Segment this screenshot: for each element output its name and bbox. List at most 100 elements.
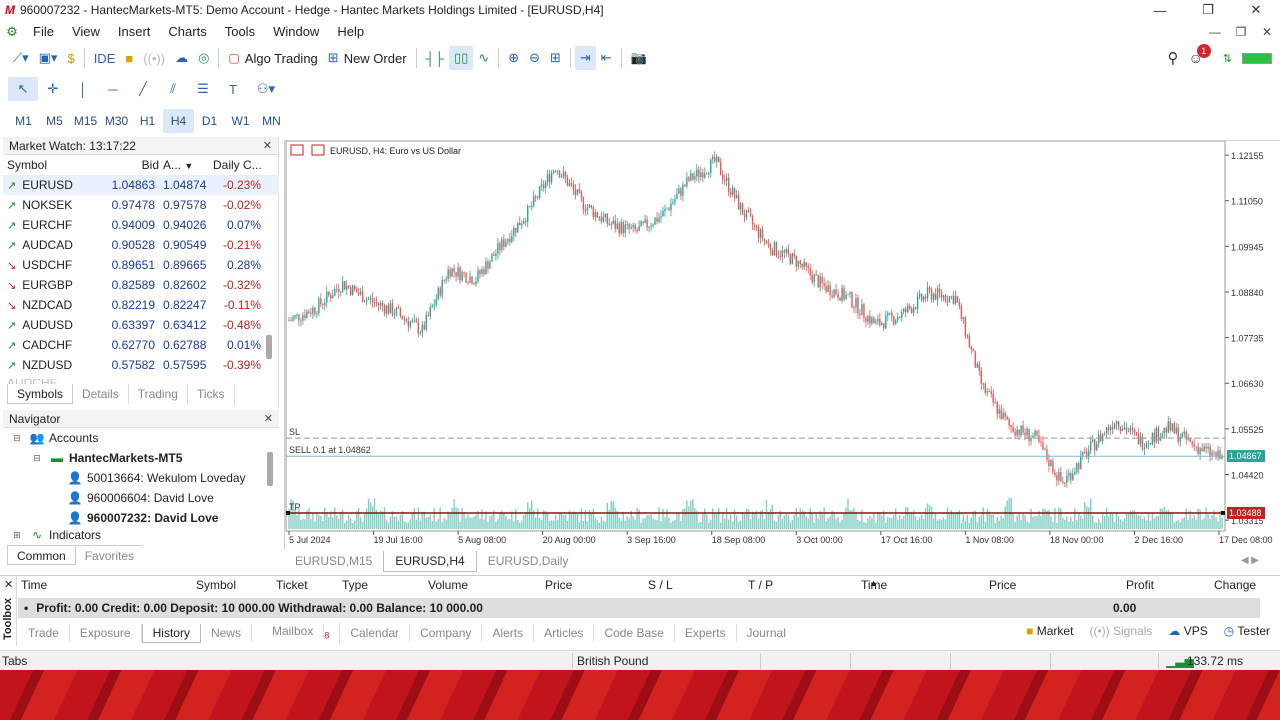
menu-tools[interactable]: Tools xyxy=(216,24,264,39)
zoom-in-icon[interactable]: ⊕ xyxy=(503,46,524,70)
dollar-icon[interactable]: $ xyxy=(62,46,79,70)
close-window-button[interactable]: ✕ xyxy=(1232,0,1280,20)
horizontal-line-icon[interactable]: ─ xyxy=(98,77,128,101)
chart-shift-icon[interactable]: ⇤ xyxy=(596,46,617,70)
market-watch-row[interactable]: ↗ NOKSEK 0.97478 0.97578 -0.02% xyxy=(3,195,279,215)
menu-help[interactable]: Help xyxy=(328,24,373,39)
tab-trading[interactable]: Trading xyxy=(129,384,188,404)
tab-details[interactable]: Details xyxy=(73,384,129,404)
vps-link[interactable]: ☁ VPS xyxy=(1168,624,1207,638)
chart-tab-scroll-arrows[interactable]: ◀ ▶ xyxy=(1230,551,1270,571)
signals-link[interactable]: ((•)) Signals xyxy=(1089,624,1152,638)
text-tool-icon[interactable]: T xyxy=(218,77,248,101)
market-watch-row[interactable]: ↗ CADCHF 0.62770 0.62788 0.01% xyxy=(3,335,279,355)
chart-tab-h4[interactable]: EURUSD,H4 xyxy=(383,550,477,572)
tab-favorites[interactable]: Favorites xyxy=(76,546,143,565)
shapes-icon[interactable]: ⚇▾ xyxy=(248,77,284,101)
col-daily-change[interactable]: Daily C... xyxy=(209,155,265,176)
screenshot-icon[interactable]: 📷 xyxy=(626,46,652,70)
market-watch-row[interactable]: ↘ USDCHF 0.89651 0.89665 0.28% xyxy=(3,255,279,275)
fibonacci-icon[interactable]: ☰ xyxy=(188,77,218,101)
col-profit[interactable]: Profit xyxy=(1126,578,1154,592)
tab-code-base[interactable]: Code Base xyxy=(594,624,675,642)
bar-chart-icon[interactable]: ┤├ xyxy=(421,46,449,70)
market-watch-row[interactable]: ↘ NZDCAD 0.82219 0.82247 -0.11% xyxy=(3,295,279,315)
market-watch-row[interactable]: ↗ AUDUSD 0.63397 0.63412 -0.48% xyxy=(3,315,279,335)
timeframe-m30[interactable]: M30 xyxy=(101,109,132,133)
tab-calendar[interactable]: Calendar xyxy=(340,624,411,642)
tester-link[interactable]: ◷ Tester xyxy=(1224,624,1270,638)
timeframe-m15[interactable]: M15 xyxy=(70,109,101,133)
line-chart-icon[interactable]: ∿ xyxy=(473,46,494,70)
market-link[interactable]: ■ Market xyxy=(1026,624,1073,638)
timeframe-d1[interactable]: D1 xyxy=(194,109,225,133)
notifications-icon[interactable]: ☺ 1 xyxy=(1188,44,1211,66)
tab-common[interactable]: Common xyxy=(7,546,76,565)
chart-tab-daily[interactable]: EURUSD,Daily xyxy=(477,551,580,571)
tab-ticks[interactable]: Ticks xyxy=(188,384,235,404)
nav-server[interactable]: ⊟ ▬ HantecMarkets-MT5 xyxy=(3,448,279,468)
profiles-icon[interactable]: ▣▾ xyxy=(34,46,63,70)
nav-accounts[interactable]: ⊟ 👥 Accounts xyxy=(3,428,279,448)
timeframe-h1[interactable]: H1 xyxy=(132,109,163,133)
market-watch-row[interactable]: ↗ AUDCAD 0.90528 0.90549 -0.21% xyxy=(3,235,279,255)
market-watch-row[interactable]: ↗ EURCHF 0.94009 0.94026 0.07% xyxy=(3,215,279,235)
col-price[interactable]: Price xyxy=(545,578,572,592)
menu-view[interactable]: View xyxy=(63,24,109,39)
expand-icon[interactable]: ⊞ xyxy=(9,530,25,541)
community-icon[interactable]: ◎ xyxy=(193,46,214,70)
zoom-out-icon[interactable]: ⊖ xyxy=(524,46,545,70)
collapse-icon[interactable]: ⊟ xyxy=(9,433,25,444)
crosshair-icon[interactable]: ✛ xyxy=(38,77,68,101)
col-ask[interactable]: A... ▼ xyxy=(159,155,209,176)
tab-company[interactable]: Company xyxy=(410,624,483,642)
navigator-scrollbar[interactable] xyxy=(267,452,273,486)
navigator-close-icon[interactable]: ✕ xyxy=(264,412,273,425)
vertical-line-icon[interactable]: │ xyxy=(68,77,98,101)
tab-articles[interactable]: Articles xyxy=(534,624,595,642)
nav-account-item-active[interactable]: 👤 960007232: David Love xyxy=(3,508,279,528)
chart-tab-m15[interactable]: EURUSD,M15 xyxy=(284,551,383,571)
timeframe-m5[interactable]: M5 xyxy=(39,109,70,133)
candlestick-icon[interactable]: ▯▯ xyxy=(448,46,474,70)
menu-charts[interactable]: Charts xyxy=(159,24,215,39)
app-menu-icon[interactable]: ⚙ xyxy=(0,24,24,40)
child-minimize-icon[interactable]: — xyxy=(1202,25,1228,39)
timeframe-h4[interactable]: H4 xyxy=(163,109,194,133)
market-watch-row[interactable]: ↗ EURUSD 1.04863 1.04874 -0.23% xyxy=(3,175,279,195)
ide-button[interactable]: IDE xyxy=(89,46,121,70)
restore-button[interactable]: ❐ xyxy=(1184,0,1232,20)
menu-insert[interactable]: Insert xyxy=(109,24,160,39)
market-watch-row[interactable]: ↘ EURGBP 0.82589 0.82602 -0.32% xyxy=(3,275,279,295)
signal-icon[interactable]: ((•)) xyxy=(138,46,170,70)
menu-file[interactable]: File xyxy=(24,24,63,39)
auto-scroll-icon[interactable]: ⇥ xyxy=(574,46,596,70)
market-watch-row[interactable]: ↗ NZDUSD 0.57582 0.57595 -0.39% xyxy=(3,355,279,375)
tab-alerts[interactable]: Alerts xyxy=(482,624,535,642)
minimize-button[interactable]: — xyxy=(1136,0,1184,20)
col-time[interactable]: Time xyxy=(21,578,47,592)
nav-indicators[interactable]: ⊞ ∿ Indicators xyxy=(3,528,279,542)
col-volume[interactable]: Volume xyxy=(428,578,468,592)
tab-mailbox[interactable]: Mailbox 8 xyxy=(252,621,341,645)
tab-experts[interactable]: Experts xyxy=(675,624,737,642)
col-sl[interactable]: S / L xyxy=(648,578,673,592)
market-bag-icon[interactable]: ■ xyxy=(120,46,138,70)
search-icon[interactable]: ⚲ xyxy=(1167,49,1178,67)
cursor-icon[interactable]: ↖ xyxy=(8,77,38,101)
col-ticket[interactable]: Ticket xyxy=(276,578,308,592)
timeframe-w1[interactable]: W1 xyxy=(225,109,256,133)
nav-account-item[interactable]: 👤 960006604: David Love xyxy=(3,488,279,508)
tab-exposure[interactable]: Exposure xyxy=(70,624,142,642)
toolbox-close-icon[interactable]: ✕ xyxy=(4,578,13,591)
col-tp[interactable]: T / P xyxy=(748,578,773,592)
trendline-icon[interactable]: ╱ xyxy=(128,77,158,101)
collapse-icon[interactable]: ⊟ xyxy=(29,453,45,464)
new-order-button[interactable]: ⊞ New Order xyxy=(323,46,412,70)
tab-trade[interactable]: Trade xyxy=(18,624,70,642)
nav-account-item[interactable]: 👤 50013664: Wekulom Loveday xyxy=(3,468,279,488)
tab-news[interactable]: News xyxy=(201,624,252,642)
market-watch-close-icon[interactable]: ✕ xyxy=(263,139,272,152)
col-bid[interactable]: Bid xyxy=(103,155,159,176)
algo-trading-button[interactable]: ▢ Algo Trading xyxy=(223,46,322,70)
